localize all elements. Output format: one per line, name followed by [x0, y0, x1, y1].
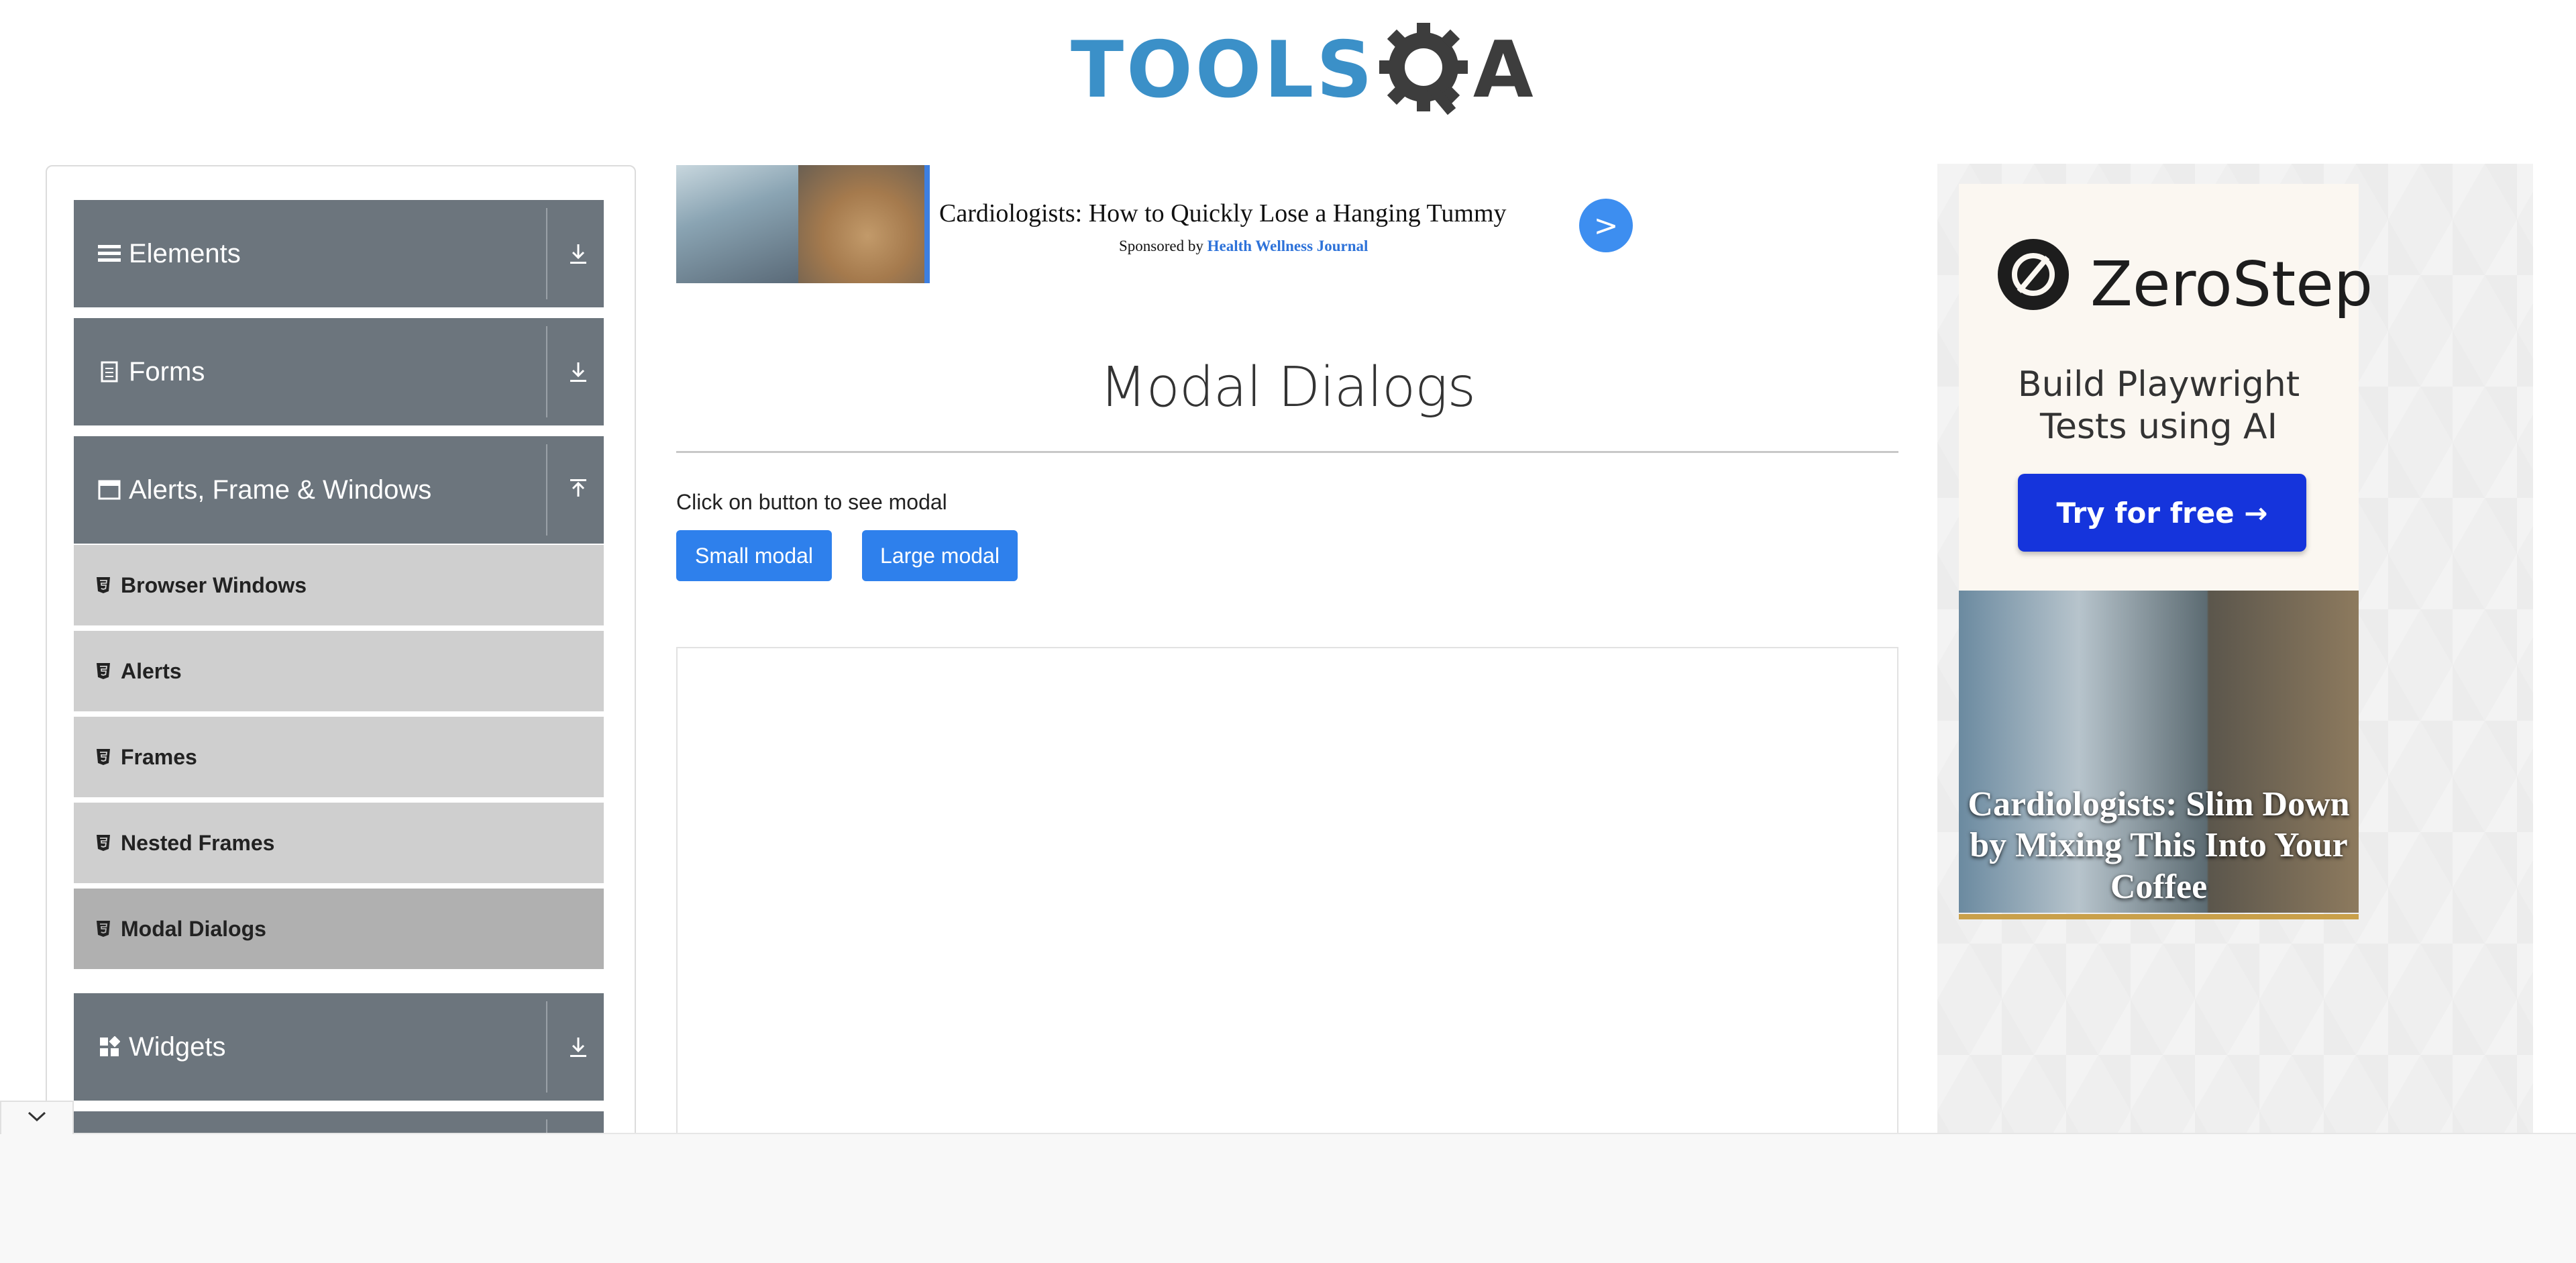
sidebar-item-nested-frames[interactable]: Nested Frames: [74, 803, 604, 886]
sidebar-group-label: Widgets: [129, 1031, 226, 1062]
ad-go-button[interactable]: >: [1579, 199, 1633, 252]
sidebar-item-alerts[interactable]: Alerts: [74, 631, 604, 714]
tagline-line-1: Build Playwright: [2017, 364, 2300, 405]
sidebar-group-alerts-frame-windows[interactable]: Alerts, Frame & Windows: [74, 436, 604, 544]
document-icon: [98, 360, 121, 383]
page-title: Modal Dialogs: [1099, 356, 1476, 419]
toolsqa-logo[interactable]: TOOLS A: [1071, 20, 1534, 121]
logo-text-a: A: [1472, 25, 1534, 115]
title-divider: [676, 451, 1898, 453]
sidebar-item-label: Modal Dialogs: [121, 916, 266, 941]
html5-icon: [95, 662, 111, 680]
window-icon: [98, 478, 121, 501]
html5-icon: [95, 919, 111, 938]
sidebar-item-label: Frames: [121, 744, 197, 769]
bottom-ad-bar: [0, 1133, 2576, 1263]
ad-sponsor-name[interactable]: Health Wellness Journal: [1208, 238, 1368, 254]
sidebar-item-browser-windows[interactable]: Browser Windows: [74, 545, 604, 628]
sidebar-item-label: Alerts: [121, 658, 182, 683]
divider: [546, 326, 547, 417]
html5-icon: [95, 833, 111, 852]
sidebar-group-widgets[interactable]: Widgets: [74, 993, 604, 1101]
download-icon[interactable]: [565, 1033, 592, 1060]
ad-photo-woman: [676, 165, 798, 283]
widgets-icon: [98, 1035, 121, 1058]
ad-photo-caption[interactable]: Cardiologists: Slim Down by Mixing This …: [1959, 784, 2359, 907]
chevron-down-icon: [26, 1110, 48, 1127]
html5-icon: [95, 748, 111, 766]
gear-magnifier-icon: [1378, 20, 1479, 121]
ad-placeholder-box: [676, 647, 1898, 1144]
html5-icon: [95, 576, 111, 595]
sidebar-item-frames[interactable]: Frames: [74, 717, 604, 800]
sidebar-group-label: Alerts, Frame & Windows: [129, 474, 432, 505]
menu-icon: [98, 242, 121, 265]
divider: [546, 1001, 547, 1093]
right-ad-panel[interactable]: ZeroStep Build Playwright Tests using AI…: [1937, 164, 2533, 1144]
ad-sponsor-line: Sponsored by Health Wellness Journal: [1119, 238, 1368, 255]
sidebar-item-label: Nested Frames: [121, 830, 275, 855]
tagline-line-2: Tests using AI: [2040, 407, 2277, 448]
ad-photo-powder: [798, 165, 924, 283]
small-modal-button[interactable]: Small modal: [676, 530, 832, 581]
download-icon[interactable]: [565, 240, 592, 267]
sponsored-ad-banner[interactable]: Cardiologists: How to Quickly Lose a Han…: [676, 165, 1635, 286]
ad-accent-bar: [924, 165, 930, 283]
zerostep-brand: ZeroStep: [2090, 248, 2373, 320]
sidebar-group-elements[interactable]: Elements: [74, 200, 604, 307]
divider: [546, 208, 547, 299]
sidebar-group-label: Elements: [129, 238, 241, 268]
sidebar-group-label: Forms: [129, 356, 205, 387]
download-icon[interactable]: [565, 358, 592, 385]
instruction-text: Click on button to see modal: [676, 490, 947, 514]
large-modal-button[interactable]: Large modal: [862, 530, 1018, 581]
zerostep-tagline: Build Playwright Tests using AI: [1959, 364, 2359, 449]
upload-icon[interactable]: [565, 476, 592, 503]
sidebar-item-label: Browser Windows: [121, 572, 307, 597]
zerostep-logo-icon: [1998, 239, 2069, 310]
divider: [546, 444, 547, 536]
sidebar-item-modal-dialogs[interactable]: Modal Dialogs: [74, 889, 604, 972]
collapse-bottom-bar-button[interactable]: [0, 1101, 74, 1134]
sidebar-group-forms[interactable]: Forms: [74, 318, 604, 425]
try-for-free-button[interactable]: Try for free →: [2018, 474, 2306, 552]
ad-photo-strip: [1959, 914, 2359, 919]
ad-headline[interactable]: Cardiologists: How to Quickly Lose a Han…: [939, 199, 1507, 228]
logo-text-tools: TOOLS: [1071, 25, 1375, 115]
ad-sponsor-prefix: Sponsored by: [1119, 238, 1203, 254]
